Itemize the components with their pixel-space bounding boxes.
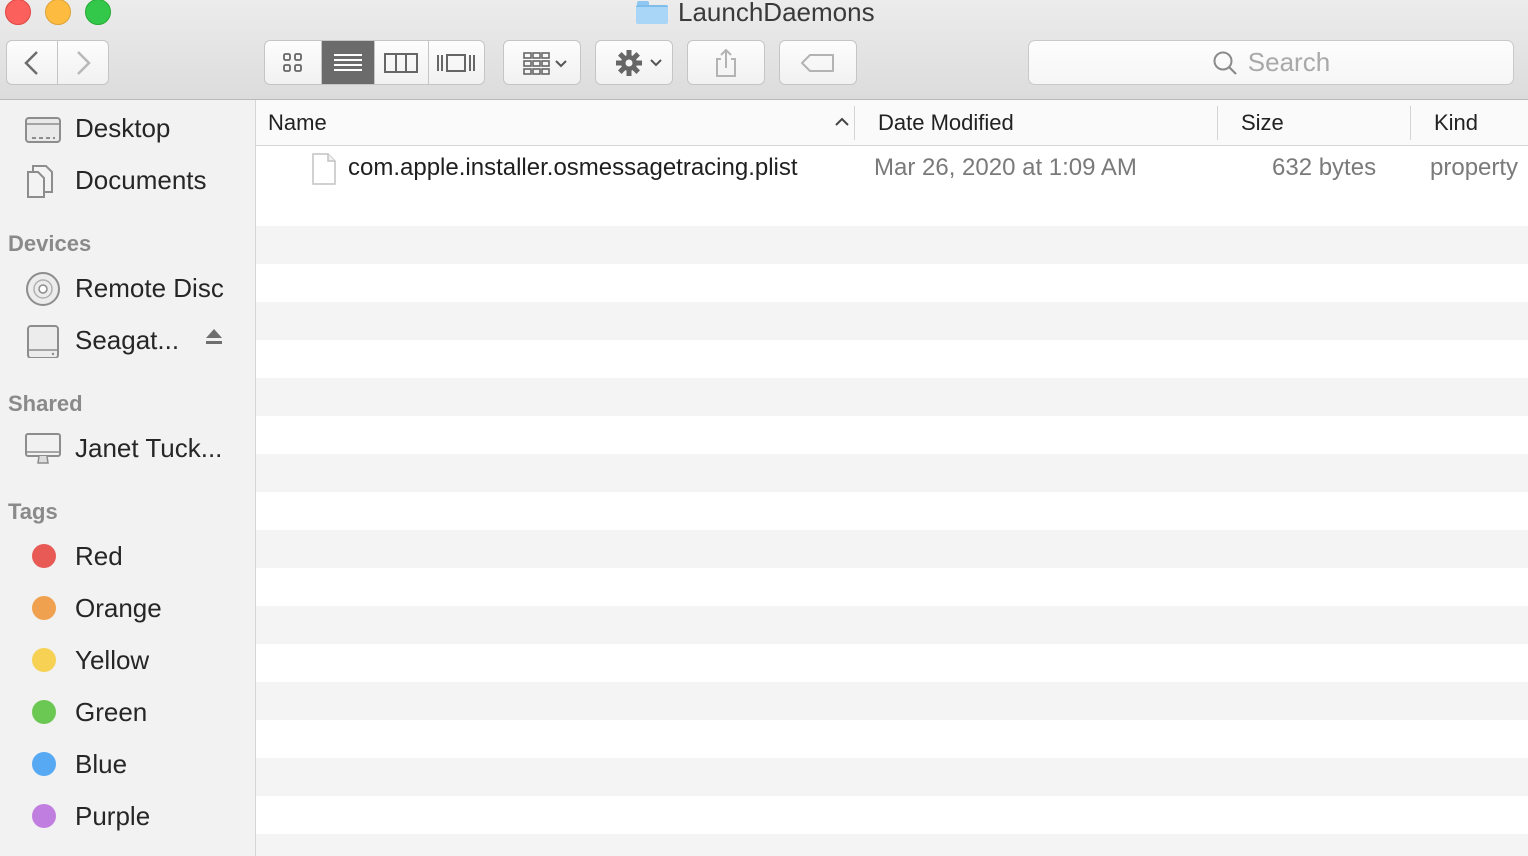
tag-color-dot xyxy=(32,544,56,568)
row-stripe xyxy=(256,758,1528,796)
sidebar-item-label: Green xyxy=(75,696,148,727)
row-stripe xyxy=(256,302,1528,340)
devices-heading: Devices xyxy=(8,231,92,256)
window-title-label: LaunchDaemons xyxy=(678,0,875,27)
sidebar-item-label: Blue xyxy=(75,748,128,779)
tags-heading: Tags xyxy=(8,499,58,524)
file-date-modified: Mar 26, 2020 at 1:09 AM xyxy=(874,154,1137,181)
row-stripe xyxy=(256,454,1528,492)
column-name[interactable]: Name xyxy=(268,100,856,146)
chevron-left-icon xyxy=(23,50,38,75)
file-size: 632 bytes xyxy=(1272,154,1377,181)
search-field[interactable]: Search xyxy=(1028,40,1514,85)
sidebar-item-label: Janet Tuck... xyxy=(75,432,223,463)
document-file-icon xyxy=(312,153,336,185)
sidebar: Desktop Documents Devices Remote Disc Se… xyxy=(0,100,256,856)
sidebar-item-label: Desktop xyxy=(75,112,171,143)
documents-icon xyxy=(27,165,53,198)
tag-color-dot xyxy=(32,804,56,828)
cover-flow-button[interactable] xyxy=(429,41,484,84)
window-title: LaunchDaemons xyxy=(636,0,875,27)
sidebar-tag-yellow[interactable]: Yellow xyxy=(0,638,256,682)
column-view-button[interactable] xyxy=(375,41,429,84)
column-header: Name Date Modified Size Kind xyxy=(256,100,1528,146)
column-kind-label: Kind xyxy=(1434,110,1479,135)
tag-color-dot xyxy=(32,648,56,672)
sidebar-tag-green[interactable]: Green xyxy=(0,690,256,734)
chevron-up-icon xyxy=(835,117,849,126)
disc-icon xyxy=(26,272,60,306)
edit-tags-button[interactable] xyxy=(779,40,857,85)
sidebar-tag-orange[interactable]: Orange xyxy=(0,586,256,630)
file-name: com.apple.installer.osmessagetracing.pli… xyxy=(348,154,798,181)
icon-view-button[interactable] xyxy=(265,41,323,84)
arrange-button[interactable] xyxy=(503,40,581,85)
column-size-label: Size xyxy=(1241,110,1284,135)
minimize-window-button[interactable] xyxy=(45,0,71,25)
tag-color-dot xyxy=(32,752,56,776)
column-kind[interactable]: Kind xyxy=(1434,100,1528,146)
row-stripe xyxy=(256,226,1528,264)
forward-button[interactable] xyxy=(58,41,109,84)
sidebar-item-label: Documents xyxy=(75,164,207,195)
sidebar-item-remote-disc[interactable]: Remote Disc xyxy=(0,266,256,310)
computer-icon xyxy=(25,433,61,464)
file-list: com.apple.installer.osmessagetracing.pli… xyxy=(256,146,1528,856)
drive-icon xyxy=(27,325,59,358)
tag-color-dot xyxy=(32,700,56,724)
sidebar-item-label: Remote Disc xyxy=(75,272,224,303)
search-placeholder: Search xyxy=(1247,47,1331,77)
tag-icon xyxy=(801,53,834,72)
sidebar-item-desktop[interactable]: Desktop xyxy=(0,106,256,150)
column-separator[interactable] xyxy=(854,106,855,140)
file-kind: property xyxy=(1430,154,1519,181)
back-button[interactable] xyxy=(7,41,58,84)
row-stripe xyxy=(256,378,1528,416)
shared-heading: Shared xyxy=(8,391,83,416)
tag-color-dot xyxy=(32,596,56,620)
list-view-button[interactable] xyxy=(322,41,375,84)
action-menu-button[interactable] xyxy=(595,40,673,85)
row-stripe xyxy=(256,606,1528,644)
cover-flow-icon xyxy=(437,53,476,72)
column-size[interactable]: Size xyxy=(1241,100,1411,146)
sidebar-tag-red[interactable]: Red xyxy=(0,534,256,578)
sidebar-item-label: Red xyxy=(75,540,123,571)
column-separator[interactable] xyxy=(1410,106,1411,140)
chevron-right-icon xyxy=(76,50,91,75)
file-row[interactable]: com.apple.installer.osmessagetracing.pli… xyxy=(256,146,1528,190)
zoom-window-button[interactable] xyxy=(85,0,111,25)
column-name-label: Name xyxy=(268,110,327,135)
search-icon xyxy=(1213,51,1237,75)
navigation-buttons xyxy=(6,40,109,85)
sidebar-item-documents[interactable]: Documents xyxy=(0,158,256,202)
arrange-grid-icon xyxy=(523,51,567,75)
row-stripe xyxy=(256,682,1528,720)
gear-icon xyxy=(616,49,662,76)
row-stripe xyxy=(256,834,1528,856)
sidebar-item-janet[interactable]: Janet Tuck... xyxy=(0,426,256,470)
window-titlebar: LaunchDaemons Search xyxy=(0,0,1528,100)
desktop-icon xyxy=(25,117,61,143)
column-view-icon xyxy=(384,52,419,73)
share-icon xyxy=(716,48,736,77)
folder-icon xyxy=(636,0,668,24)
sidebar-tag-purple[interactable]: Purple xyxy=(0,794,256,838)
view-mode-control xyxy=(264,40,485,85)
share-button[interactable] xyxy=(687,40,765,85)
column-date-modified[interactable]: Date Modified xyxy=(878,100,1218,146)
sidebar-item-label: Orange xyxy=(75,592,162,623)
sidebar-item-seagate[interactable]: Seagat... xyxy=(0,318,256,362)
sidebar-item-label: Purple xyxy=(75,800,151,831)
list-view-icon xyxy=(334,53,363,71)
sidebar-item-label: Yellow xyxy=(75,644,150,675)
sidebar-item-label: Seagat... xyxy=(75,324,180,355)
close-window-button[interactable] xyxy=(5,0,31,25)
sidebar-tag-blue[interactable]: Blue xyxy=(0,742,256,786)
column-date-label: Date Modified xyxy=(878,110,1014,135)
row-stripe xyxy=(256,530,1528,568)
eject-icon[interactable] xyxy=(205,327,223,347)
icon-view-icon xyxy=(283,52,303,72)
column-separator[interactable] xyxy=(1217,106,1218,140)
